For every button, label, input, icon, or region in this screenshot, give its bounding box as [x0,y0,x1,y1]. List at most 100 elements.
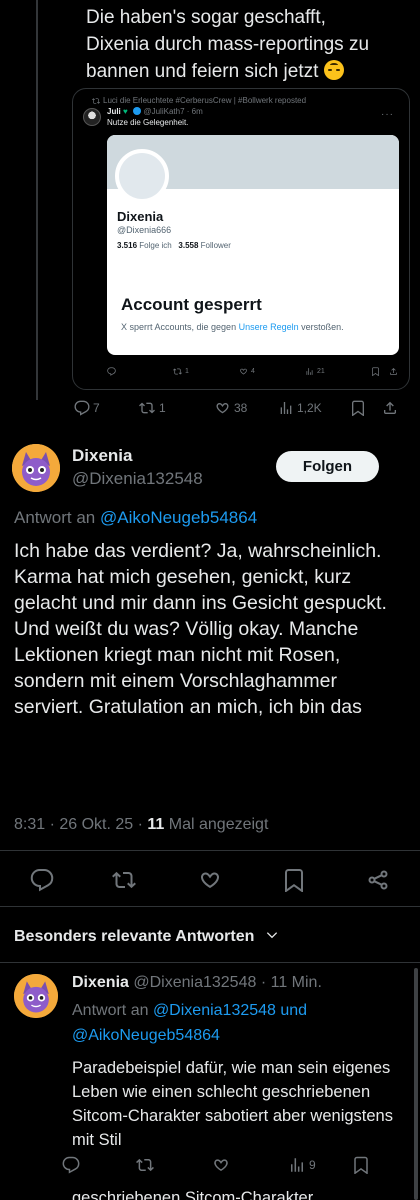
divider [0,850,420,851]
like-button[interactable] [212,1156,230,1174]
views-icon [306,368,313,375]
desc-prefix: X sperrt Accounts, die gegen [121,322,237,332]
chevron-down-icon [265,928,279,946]
views-icon [291,1158,303,1172]
bookmark-icon [285,869,303,892]
reply-header: Dixenia @Dixenia132548 · 11 Min. [72,974,322,992]
reply-author-handle[interactable]: @Dixenia132548 [133,974,256,991]
reply-time[interactable]: · 11 Min. [261,974,322,991]
repost-line: Luci die Erleuchtete #CerberusCrew | #Bo… [103,96,307,105]
repost-button[interactable] [136,1156,154,1174]
like-button[interactable]: 38 [214,400,247,416]
repost-count: 1 [185,368,189,375]
desc-suffix: verstoßen. [301,322,344,332]
views-button[interactable]: 9 [288,1156,316,1174]
followers-count: 3.558 [178,241,199,250]
share-button[interactable] [389,367,398,376]
inner-post-text: Nutze die Gelegenheit. [107,118,189,127]
scrollbar[interactable] [414,968,418,1200]
like-button[interactable] [198,868,222,892]
follow-button[interactable]: Folgen [276,451,379,482]
post-action-bar [0,862,420,896]
reply-handle-link[interactable]: @AikoNeugeb54864 [100,508,257,527]
share-button[interactable] [382,400,398,416]
inner-author-name: Juli [107,107,121,116]
reply-action-bar: 9 [62,1156,412,1180]
divider [0,962,420,963]
share-icon [390,367,397,375]
following-label: Folge ich [139,241,172,250]
verified-badge-icon [133,107,142,115]
reply-button[interactable] [30,868,54,892]
repost-button[interactable]: 1 [173,367,189,376]
reply-icon [107,367,116,376]
views-button[interactable]: 21 [305,367,325,376]
reply-sort-dropdown[interactable]: Besonders relevante Antworten [14,928,279,946]
repost-icon [92,98,100,104]
divider [0,906,420,907]
reply-context: Antwort an @AikoNeugeb54864 [14,508,257,528]
repost-button[interactable] [112,868,136,892]
next-content-fragment: geschriebenen Sitcom-Charakter [72,1189,314,1200]
bookmark-button[interactable] [282,868,306,892]
repost-icon [139,402,155,414]
inner-author-line: Juli ♥ @JuliKath7 · 6m [107,107,203,116]
views-button[interactable]: 1,2K [278,400,322,416]
suspended-account-card: Dixenia @Dixenia666 3.516 Folge ich 3.55… [107,135,399,355]
views-icon [280,402,292,414]
avatar[interactable] [83,108,101,126]
avatar[interactable] [14,974,58,1018]
reply-button[interactable]: 7 [74,400,100,416]
like-count: 38 [234,401,248,415]
views-count: 9 [309,1158,316,1172]
post-timestamp[interactable]: 8:31 · 26 Okt. 25 · [14,816,143,833]
repost-icon [173,368,182,375]
suspended-name: Dixenia [117,209,164,224]
inner-action-bar: 1 4 21 [107,367,397,381]
repost-count: 1 [159,401,166,415]
reply-body: Paradebeispiel dafür, wie man sein eigen… [72,1059,393,1149]
reply-button[interactable] [62,1156,80,1174]
reply-icon [30,869,54,892]
more-icon[interactable]: ··· [381,109,394,120]
avatar[interactable] [12,444,60,492]
suspended-title: Account gesperrt [121,295,262,314]
quoted-post-text: Die haben's sogar geschafft, Dixenia dur… [86,4,386,85]
heart-icon [216,402,229,414]
bookmark-icon [352,400,364,416]
following-count: 3.516 [117,241,138,250]
bookmark-button[interactable] [352,1156,370,1174]
reply-icon [62,1156,80,1174]
views-label: Mal angezeigt [168,816,269,833]
rules-link[interactable]: Unsere Regeln [239,322,299,332]
embedded-post-card[interactable]: Luci die Erleuchtete #CerberusCrew | #Bo… [72,88,410,390]
post-meta: 8:31 · 26 Okt. 25 · 11 Mal angezeigt [14,816,268,834]
heart-icon [201,872,219,889]
cat-avatar-icon [14,974,58,1018]
bookmark-button[interactable] [371,367,380,376]
repost-button[interactable]: 1 [138,400,166,416]
share-icon [384,401,396,414]
views-count: 21 [317,368,325,375]
followers-label: Follower [200,241,231,250]
quoted-post-action-bar: 7 1 38 1,2K [74,400,410,422]
reply-button[interactable] [107,367,116,376]
inner-time: · 6m [186,107,203,116]
bookmark-icon [354,1156,368,1174]
like-button[interactable]: 4 [239,367,255,376]
follow-stats: 3.516 Folge ich 3.558 Follower [117,241,231,250]
like-count: 4 [251,368,255,375]
cat-avatar-icon [12,444,60,492]
reply-author-name[interactable]: Dixenia [72,974,129,991]
bookmark-icon [372,367,379,376]
heart-icon [240,368,247,375]
author-handle[interactable]: @Dixenia132548 [72,469,203,489]
author-name[interactable]: Dixenia [72,446,132,466]
suspended-handle: @Dixenia666 [117,225,172,235]
repost-icon [112,871,136,889]
reply-icon [74,400,90,416]
bookmark-button[interactable] [350,400,366,416]
share-button[interactable] [366,868,390,892]
avatar [115,149,169,203]
reply-count: 7 [93,401,100,415]
